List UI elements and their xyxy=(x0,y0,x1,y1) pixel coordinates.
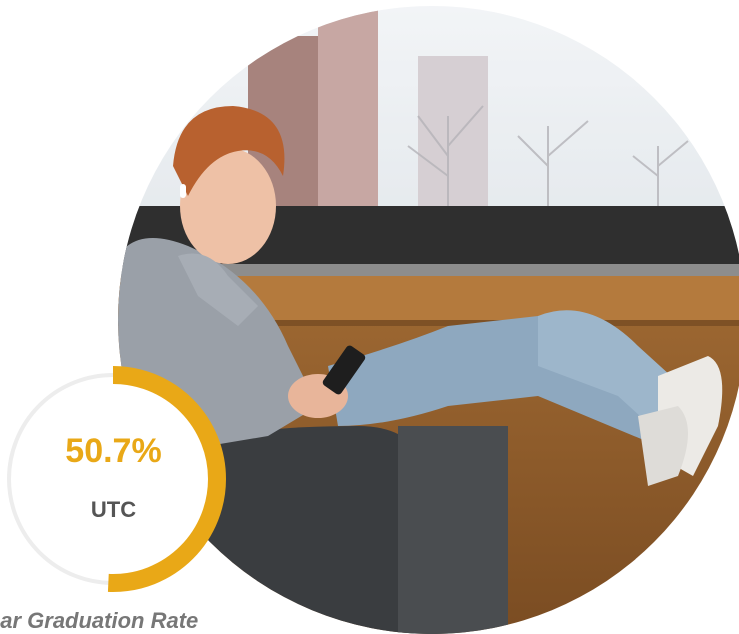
graduation-rate-caption: ear Graduation Rate xyxy=(0,608,199,633)
graduation-rate-value: 50.7% xyxy=(65,432,162,470)
institution-label: UTC xyxy=(90,497,137,522)
graduation-rate-stat: 50.7% UTC xyxy=(0,362,234,596)
graduation-rate-ring xyxy=(0,366,226,592)
